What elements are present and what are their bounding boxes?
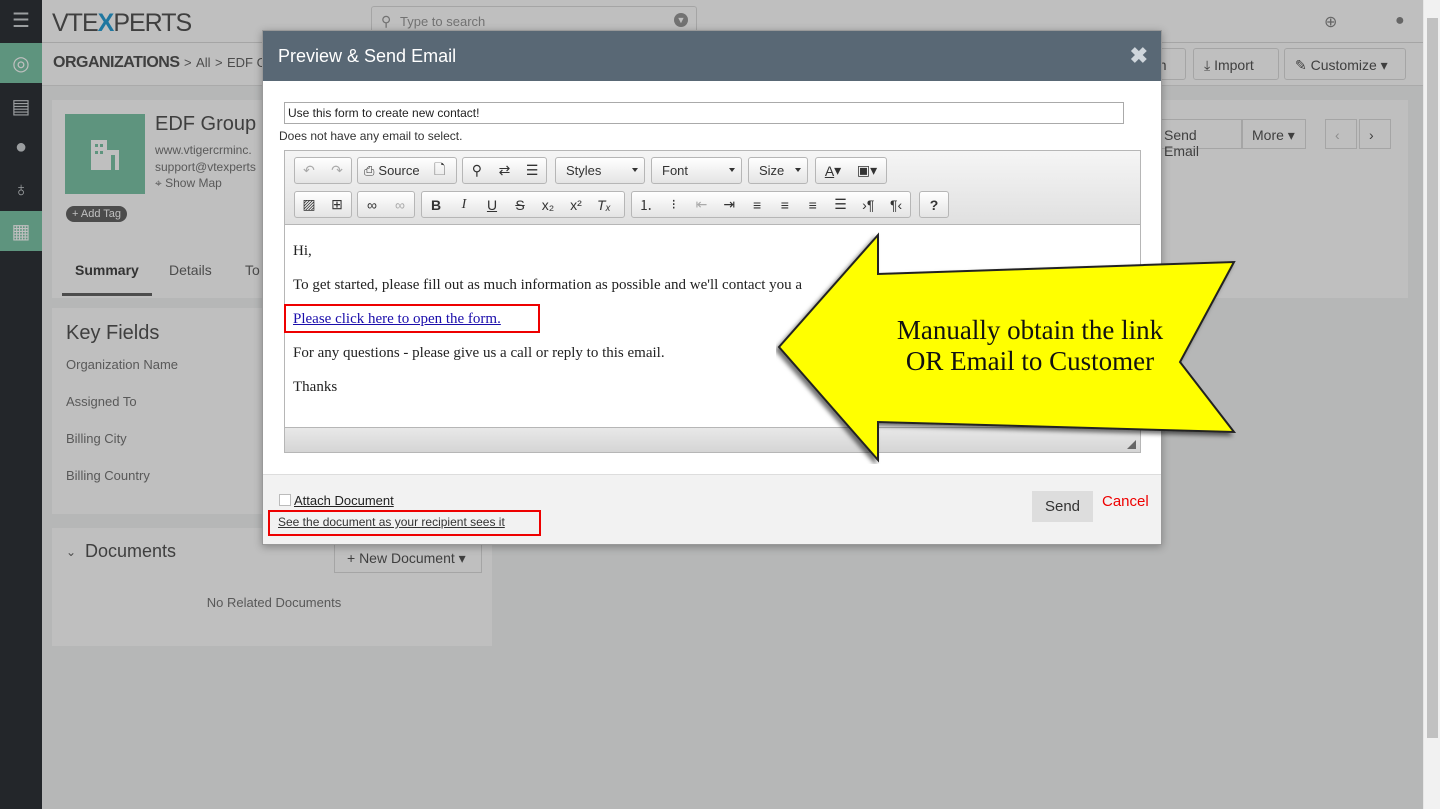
callout-line-1: Manually obtain the link: [896, 315, 1164, 345]
source-group: ⎙ Source 🗋: [357, 157, 457, 184]
modal-header: Preview & Send Email ✖: [263, 31, 1161, 81]
editor-toolbar: ↶ ↷ ⎙ Source 🗋 ⚲ ⇄ ☰ Styles Font Size A ▾…: [285, 151, 1140, 225]
align-left-icon[interactable]: ≡: [743, 192, 771, 217]
select-all-icon[interactable]: ☰: [518, 158, 546, 183]
link-group: ∞ ∞: [357, 191, 415, 218]
link-highlight-box: [284, 304, 540, 333]
replace-icon[interactable]: ⇄: [491, 158, 519, 183]
body-line-2: For any questions - please give us a cal…: [293, 345, 665, 361]
find-icon[interactable]: ⚲: [463, 158, 491, 183]
body-line-1: To get started, please fill out as much …: [293, 277, 803, 293]
body-signoff: Thanks: [293, 379, 338, 395]
text-color-icon[interactable]: A ▾: [816, 158, 850, 183]
source-button[interactable]: ⎙ Source: [358, 158, 426, 183]
send-button[interactable]: Send: [1032, 491, 1093, 522]
underline-icon[interactable]: U: [478, 192, 506, 217]
find-group: ⚲ ⇄ ☰: [462, 157, 547, 184]
strikethrough-icon[interactable]: S: [506, 192, 534, 217]
ltr-icon[interactable]: ›¶: [854, 192, 882, 217]
bulleted-list-icon[interactable]: ⁝: [660, 192, 688, 217]
superscript-icon[interactable]: x²: [562, 192, 590, 217]
unlink-icon[interactable]: ∞: [386, 192, 414, 217]
subject-input[interactable]: [284, 102, 1124, 124]
align-right-icon[interactable]: ≡: [799, 192, 827, 217]
help-icon[interactable]: ?: [920, 192, 948, 217]
align-center-icon[interactable]: ≡: [771, 192, 799, 217]
close-icon[interactable]: ✖: [1130, 43, 1148, 69]
outdent-icon[interactable]: ⇤: [688, 192, 716, 217]
subscript-icon[interactable]: x₂: [534, 192, 562, 217]
color-group: A ▾ ▣▾: [815, 157, 887, 184]
table-icon[interactable]: ⊞: [323, 192, 351, 217]
bold-icon[interactable]: B: [422, 192, 450, 217]
cancel-button[interactable]: Cancel: [1102, 493, 1149, 510]
italic-icon[interactable]: I: [450, 192, 478, 217]
paragraph-group: ⒈ ⁝ ⇤ ⇥ ≡ ≡ ≡ ☰ ›¶ ¶‹: [631, 191, 911, 218]
modal-title: Preview & Send Email: [278, 46, 457, 66]
callout-text: Manually obtain the link OR Email to Cus…: [870, 315, 1190, 377]
preview-icon[interactable]: 🗋: [426, 158, 454, 183]
link-icon[interactable]: ∞: [358, 192, 386, 217]
scrollbar-thumb[interactable]: [1427, 18, 1438, 738]
undo-redo-group: ↶ ↷: [294, 157, 352, 184]
font-dropdown[interactable]: Font: [651, 157, 742, 184]
help-group: ?: [919, 191, 949, 218]
undo-icon[interactable]: ↶: [295, 158, 323, 183]
body-greeting: Hi,: [293, 243, 312, 259]
indent-icon[interactable]: ⇥: [715, 192, 743, 217]
styles-dropdown[interactable]: Styles: [555, 157, 645, 184]
attach-document-label[interactable]: Attach Document: [294, 493, 394, 508]
page-scrollbar[interactable]: [1423, 0, 1440, 809]
image-icon[interactable]: ▨: [295, 192, 323, 217]
size-dropdown[interactable]: Size: [748, 157, 808, 184]
insert-group: ▨ ⊞: [294, 191, 352, 218]
numbered-list-icon[interactable]: ⒈: [632, 192, 660, 217]
attach-document-checkbox[interactable]: [279, 494, 291, 506]
no-email-notice: Does not have any email to select.: [279, 129, 463, 143]
recipient-link-highlight-box: [268, 510, 541, 536]
format-group: B I U S x₂ x² Tₓ: [421, 191, 625, 218]
justify-icon[interactable]: ☰: [827, 192, 855, 217]
callout-line-2: OR Email to Customer: [905, 346, 1155, 376]
remove-format-icon[interactable]: Tₓ: [590, 192, 618, 217]
redo-icon[interactable]: ↷: [323, 158, 351, 183]
background-color-icon[interactable]: ▣▾: [850, 158, 884, 183]
rtl-icon[interactable]: ¶‹: [882, 192, 910, 217]
